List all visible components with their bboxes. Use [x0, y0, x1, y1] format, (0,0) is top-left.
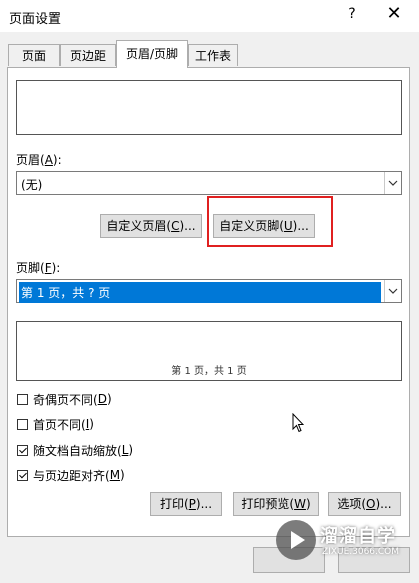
footer-select[interactable]: 第 1 页，共 ? 页 [16, 279, 402, 303]
header-select-value: (无) [21, 178, 43, 192]
footer-select-value: 第 1 页，共 ? 页 [19, 282, 381, 303]
tab-header-footer[interactable]: 页眉/页脚 [116, 40, 188, 68]
window-title: 页面设置 [9, 12, 62, 27]
watermark-name: 溜溜自学 [320, 526, 396, 547]
scale-with-document-checkbox[interactable]: 随文档自动缩放(L) [17, 442, 133, 458]
first-page-checkbox[interactable]: 首页不同(I) [17, 416, 94, 432]
print-button[interactable]: 打印(P)... [150, 492, 222, 516]
chevron-down-icon [384, 280, 401, 302]
watermark-url: ZIXUE.3066.COM [322, 547, 400, 557]
checkbox-box-checked[interactable] [17, 444, 28, 456]
footer-preview: 第 1 页，共 1 页 [16, 321, 402, 381]
play-logo-icon [276, 520, 316, 560]
header-select[interactable]: (无) [16, 171, 402, 195]
header-preview [16, 80, 402, 135]
highlight-box [207, 196, 333, 247]
footer-label: 页脚(F): [16, 261, 61, 275]
align-margins-checkbox[interactable]: 与页边距对齐(M) [17, 467, 125, 483]
checkbox-box-checked[interactable] [17, 469, 28, 481]
tab-sheet[interactable]: 工作表 [188, 44, 238, 66]
checkbox-box[interactable] [17, 418, 28, 430]
tab-page[interactable]: 页面 [8, 44, 60, 66]
watermark: 溜溜自学 ZIXUE.3066.COM [276, 520, 414, 564]
tab-margins[interactable]: 页边距 [60, 44, 116, 66]
odd-even-checkbox[interactable]: 奇偶页不同(D) [17, 391, 112, 407]
checkbox-box[interactable] [17, 393, 28, 405]
close-button[interactable]: ✕ [384, 3, 404, 24]
chevron-down-icon [384, 172, 401, 194]
title-bar: 页面设置 ? ✕ [0, 0, 419, 32]
mouse-cursor-icon [292, 412, 305, 436]
options-button[interactable]: 选项(O)... [328, 492, 401, 516]
header-label: 页眉(A): [16, 153, 62, 167]
custom-header-button[interactable]: 自定义页眉(C)... [100, 214, 202, 238]
print-preview-button[interactable]: 打印预览(W) [233, 492, 319, 516]
help-button[interactable]: ? [344, 6, 360, 22]
footer-preview-text: 第 1 页，共 1 页 [171, 366, 247, 377]
